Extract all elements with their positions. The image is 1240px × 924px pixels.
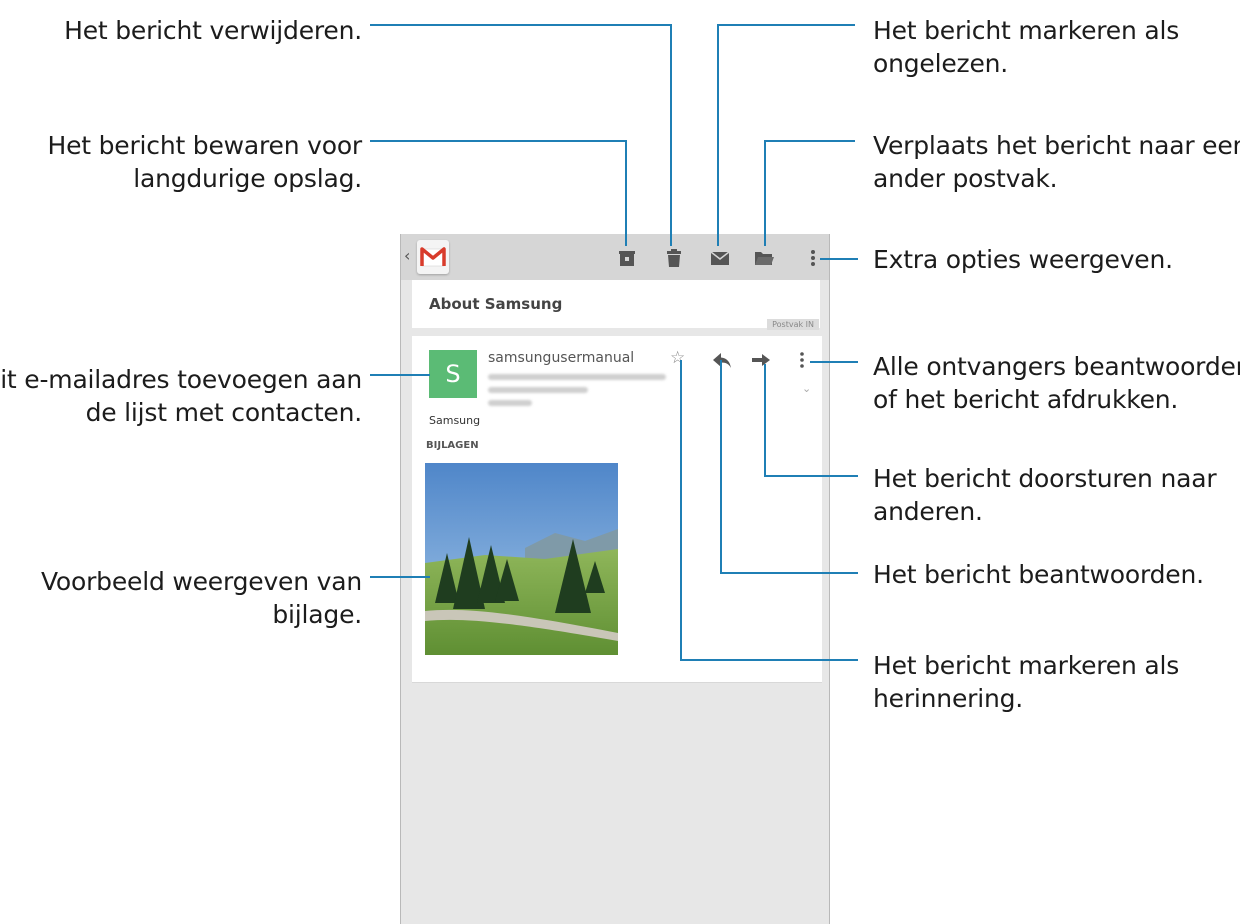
archive-icon[interactable] — [615, 246, 639, 270]
callout-delete: Het bericht verwijderen. — [64, 16, 362, 45]
email-app-screen: ‹ About Samsung Postvak IN S samsunguser… — [400, 234, 830, 924]
mail-icon[interactable] — [708, 246, 732, 270]
callout-reply: Het bericht beantwoorden. — [873, 560, 1204, 589]
avatar[interactable]: S — [429, 350, 477, 398]
message-overflow-icon[interactable] — [791, 350, 813, 370]
email-body: Samsung — [429, 414, 481, 427]
sender-name: samsungusermanual — [488, 350, 635, 366]
callout-more: Extra opties weergeven. — [873, 245, 1173, 274]
message-card: S samsungusermanual ☆ ⌄ Samsung BIJLAGEN — [412, 336, 822, 683]
action-bar: ‹ — [401, 234, 829, 280]
email-subject: About Samsung — [429, 295, 563, 313]
reply-icon[interactable] — [711, 350, 733, 370]
gmail-icon[interactable] — [417, 240, 449, 274]
date-blurred — [488, 400, 532, 406]
callout-star: Het bericht markeren als herinnering. — [873, 651, 1180, 713]
trash-icon[interactable] — [662, 246, 686, 270]
attachments-heading: BIJLAGEN — [426, 440, 479, 451]
overflow-icon[interactable] — [801, 246, 825, 270]
subject-card: About Samsung — [412, 280, 820, 328]
expand-icon[interactable]: ⌄ — [802, 382, 811, 395]
attachment-thumbnail[interactable] — [425, 463, 618, 655]
callout-forward: Het bericht doorsturen naar anderen. — [873, 464, 1217, 526]
folder-icon[interactable] — [752, 246, 776, 270]
recipient-blurred — [488, 387, 588, 393]
folder-label[interactable]: Postvak IN — [767, 319, 819, 330]
callout-reply-all: Alle ontvangers beantwoorden of het beri… — [873, 352, 1240, 414]
callout-add-contact: Dit e-mailadres toevoegen aan de lijst m… — [0, 365, 362, 427]
callout-preview: Voorbeeld weergeven van bijlage. — [40, 567, 362, 629]
star-icon[interactable]: ☆ — [670, 348, 685, 368]
sender-email-blurred — [488, 374, 666, 380]
back-icon[interactable]: ‹ — [404, 246, 410, 265]
callout-move: Verplaats het bericht naar een ander pos… — [873, 131, 1240, 193]
forward-icon[interactable] — [750, 350, 772, 370]
callout-mark-unread: Het bericht markeren als ongelezen. — [873, 16, 1180, 78]
callout-archive: Het bericht bewaren voor langdurige opsl… — [47, 131, 362, 193]
